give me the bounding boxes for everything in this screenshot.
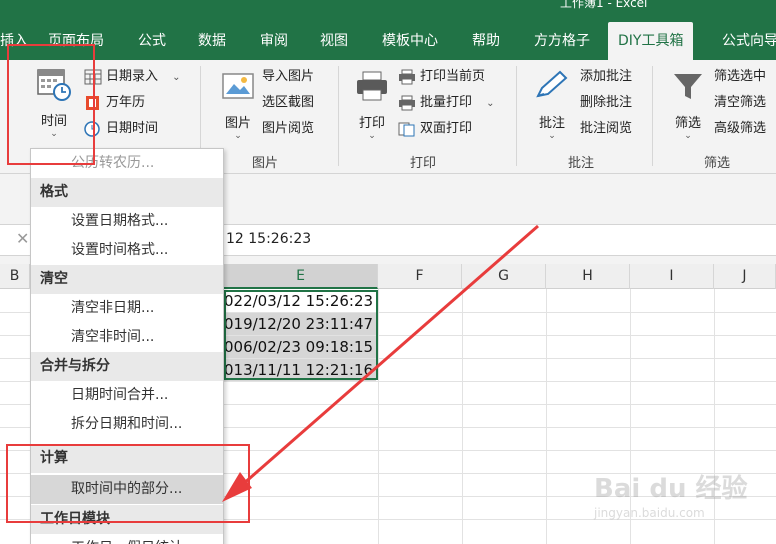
tab-fangfang[interactable]: 方方格子 [534,22,590,60]
menu-item-clear-non-time[interactable]: 清空非时间... [31,323,223,352]
watermark-subtext: jingyan.baidu.com [594,506,705,520]
chevron-down-icon: ⌄ [368,131,376,141]
picture-group-label: 图片 [252,156,279,171]
print-button[interactable]: 打印 ⌄ [350,68,394,141]
column-header-j[interactable]: J [714,264,776,289]
menu-item-clear-non-date[interactable]: 清空非日期... [31,294,223,323]
perpetual-calendar-label: 万年历 [106,95,146,110]
column-header-h[interactable]: H [546,264,630,289]
filter-button-label: 筛选 [674,116,701,131]
menu-item-set-date-format[interactable]: 设置日期格式... [31,207,223,236]
duplex-print-button[interactable]: 双面打印 [398,117,472,141]
menu-item-split-date-time[interactable]: 拆分日期和时间... [31,410,223,439]
ribbon-tab-row: 插入 页面布局 公式 数据 审阅 视图 模板中心 帮助 方方格子 DIY工具箱 … [0,22,776,60]
advanced-filter-label: 高级筛选 [714,121,767,136]
clear-filter-button[interactable]: 清空筛选 [714,91,766,115]
date-entry-button[interactable]: 日期录入 ⌄ [84,65,181,89]
picture-browse-label: 图片阅览 [262,121,315,136]
advanced-filter-button[interactable]: 高级筛选 [714,117,766,141]
chevron-down-icon: ⌄ [234,131,242,141]
tab-template-center[interactable]: 模板中心 [382,22,438,60]
funnel-icon [674,74,702,99]
column-header-g[interactable]: G [462,264,546,289]
formula-content[interactable]: 12 15:26:23 [226,231,311,247]
tab-diy-toolbox[interactable]: DIY工具箱 [608,22,694,60]
picture-button-label: 图片 [224,116,251,131]
menu-header-clear: 清空 [31,265,223,294]
menu-header-merge-split: 合并与拆分 [31,352,223,381]
print-button-label: 打印 [358,116,385,131]
watermark-text: Bai du 经验 [594,474,748,504]
tab-formula-wizard[interactable]: 公式向导 [722,22,776,60]
comment-browse-label: 批注阅览 [580,121,633,136]
comment-browse-button[interactable]: 批注阅览 [580,117,632,141]
menu-item-set-time-format[interactable]: 设置时间格式... [31,236,223,265]
print-group-label: 打印 [410,156,437,171]
filter-selected-label: 筛选选中 [714,69,767,84]
tab-data[interactable]: 数据 [198,22,226,60]
clear-filter-label: 清空筛选 [714,95,767,110]
column-gridline [462,289,463,544]
ribbon-group-separator [652,66,653,166]
print-current-page-button[interactable]: 打印当前页 [398,65,485,89]
ribbon-group-separator [516,66,517,166]
batch-print-button[interactable]: 批量打印 ⌄ [398,91,495,115]
small-printer-icon [399,95,415,110]
duplex-print-label: 双面打印 [420,121,473,136]
window-title: 工作簿1 - Excel [560,0,648,10]
column-header-i[interactable]: I [630,264,714,289]
select-screenshot-label: 选区截图 [262,95,315,110]
small-printer-icon [399,69,415,84]
date-entry-label: 日期录入 [106,69,159,84]
comment-button[interactable]: 批注 ⌄ [530,68,574,141]
date-time-label: 日期时间 [106,121,159,136]
picture-browse-button[interactable]: 图片阅览 [262,117,314,141]
select-screenshot-button[interactable]: 选区截图 [262,91,314,115]
delete-comment-button[interactable]: 删除批注 [580,91,632,115]
date-time-button[interactable]: 日期时间 [84,117,158,141]
cell-selection-border [224,290,378,380]
annotation-box-time-button [7,44,95,165]
import-picture-button[interactable]: 导入图片 [262,65,314,89]
picture-icon [222,73,254,99]
chevron-down-icon: ⌄ [684,131,692,141]
column-gridline [546,289,547,544]
filter-selected-button[interactable]: 筛选选中 [714,65,766,89]
cancel-icon[interactable]: ✕ [16,229,29,248]
print-current-page-label: 打印当前页 [420,69,486,84]
printer-icon [357,71,387,101]
baidu-watermark: Bai du 经验 jingyan.baidu.com [594,468,764,528]
column-gridline [378,289,379,544]
menu-item-workday-stats[interactable]: 工作日、假日统计... [31,534,223,544]
tab-review[interactable]: 审阅 [260,22,288,60]
comment-group-label: 批注 [568,156,595,171]
chevron-down-icon: ⌄ [548,131,556,141]
comment-pen-icon [536,70,568,98]
import-picture-label: 导入图片 [262,69,315,84]
menu-item-merge-date-time[interactable]: 日期时间合并... [31,381,223,410]
picture-button[interactable]: 图片 ⌄ [216,68,260,141]
tab-help[interactable]: 帮助 [472,22,500,60]
chevron-down-icon: ⌄ [486,98,495,109]
column-header-f[interactable]: F [378,264,462,289]
add-comment-label: 添加批注 [580,69,633,84]
add-comment-button[interactable]: 添加批注 [580,65,632,89]
delete-comment-label: 删除批注 [580,95,633,110]
annotation-box-menu-item [6,444,250,523]
column-header-e[interactable]: E [224,264,378,289]
ribbon-group-separator [338,66,339,166]
menu-header-format: 格式 [31,178,223,207]
batch-print-label: 批量打印 [420,95,473,110]
filter-group-label: 筛选 [704,156,731,171]
chevron-down-icon: ⌄ [172,72,181,83]
filter-button[interactable]: 筛选 ⌄ [666,68,710,141]
duplex-page-icon [398,122,415,136]
tab-view[interactable]: 视图 [320,22,348,60]
tab-formulas[interactable]: 公式 [138,22,166,60]
column-header-b[interactable]: B [0,264,30,289]
comment-button-label: 批注 [538,116,565,131]
